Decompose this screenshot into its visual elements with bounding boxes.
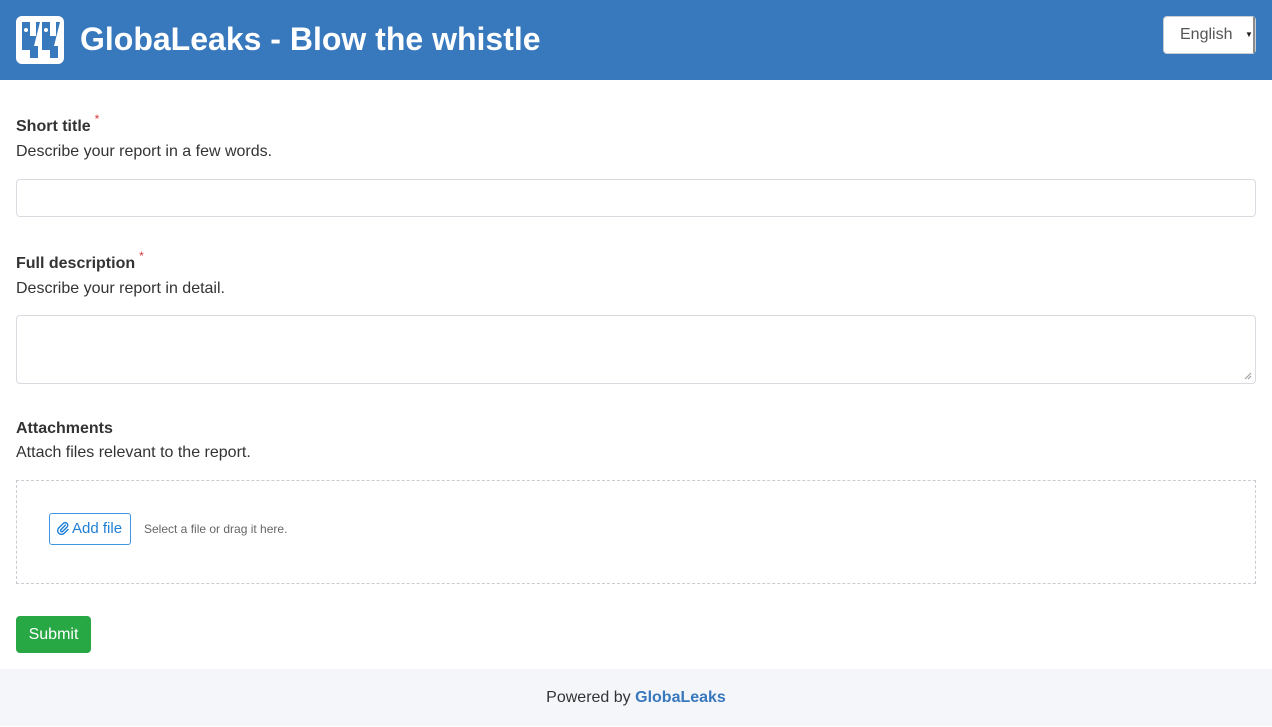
- footer-prefix: Powered by: [546, 689, 631, 706]
- language-select[interactable]: English ▼: [1163, 16, 1256, 54]
- language-select-value: English: [1180, 26, 1233, 43]
- file-dropzone[interactable]: Add file Select a file or drag it here.: [16, 480, 1256, 584]
- paperclip-icon: [57, 521, 69, 535]
- page-footer: Powered by GlobaLeaks: [0, 669, 1272, 726]
- select-scrollbar: [1253, 17, 1255, 53]
- resize-grip-icon[interactable]: [1244, 372, 1252, 380]
- attachments-label: Attachments: [16, 420, 113, 437]
- short-title-input[interactable]: [16, 179, 1256, 217]
- submit-button[interactable]: Submit: [16, 616, 91, 653]
- full-description-textarea[interactable]: [16, 315, 1256, 384]
- full-description-label-text: Full description: [16, 255, 136, 272]
- attachments-hint: Attach files relevant to the report.: [16, 444, 251, 461]
- chevron-down-icon: ▼: [1245, 30, 1253, 39]
- full-description-label: Full description *: [16, 249, 144, 274]
- required-marker: *: [94, 112, 100, 126]
- globaleaks-link[interactable]: GlobaLeaks: [635, 689, 726, 706]
- globaleaks-logo-icon[interactable]: [16, 16, 64, 64]
- short-title-hint: Describe your report in a few words.: [16, 143, 273, 160]
- drop-hint: Select a file or drag it here.: [144, 522, 288, 536]
- short-title-label-text: Short title: [16, 118, 91, 135]
- app-header: GlobaLeaks - Blow the whistle English ▼: [0, 0, 1272, 80]
- full-description-hint: Describe your report in detail.: [16, 280, 225, 297]
- add-file-label: Add file: [72, 520, 123, 537]
- required-marker: *: [139, 249, 144, 263]
- site-title: GlobaLeaks - Blow the whistle: [80, 21, 541, 57]
- add-file-button[interactable]: Add file: [49, 513, 131, 545]
- short-title-label: Short title *: [16, 112, 99, 137]
